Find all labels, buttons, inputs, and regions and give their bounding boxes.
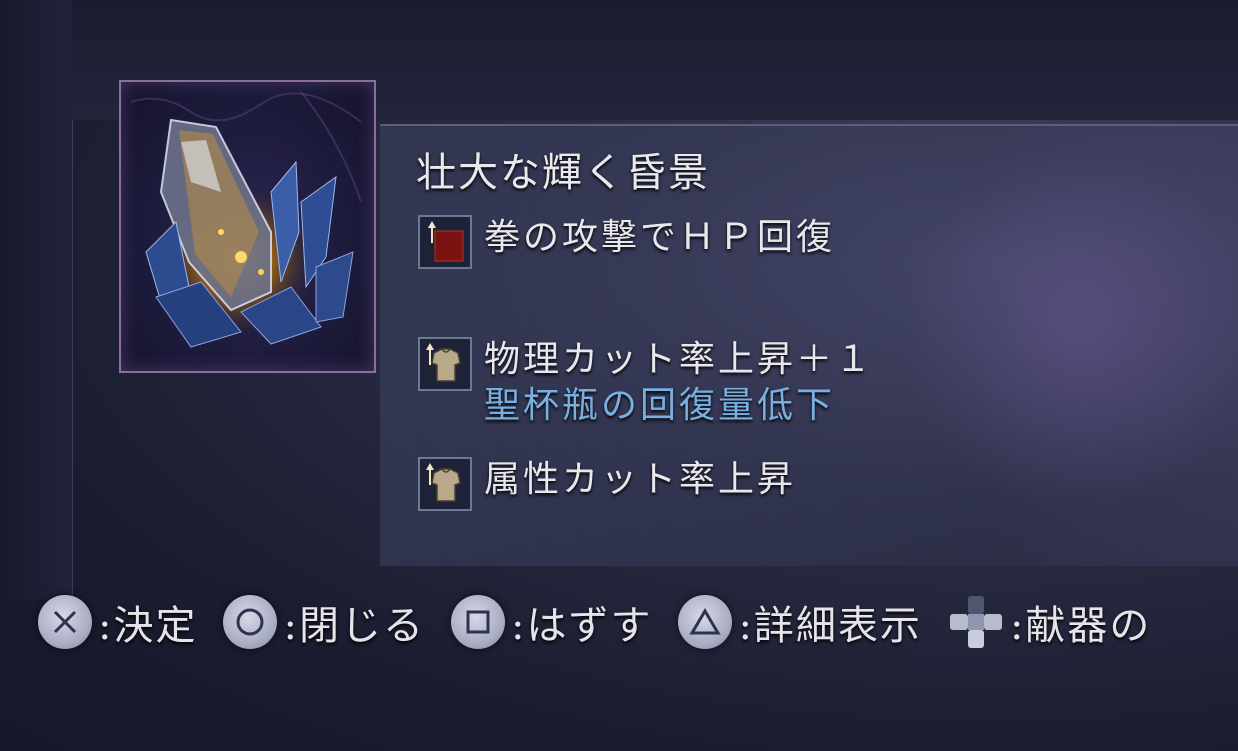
left-rail — [0, 0, 73, 600]
armor-up-arrow-icon — [418, 337, 472, 391]
crystal-relic-icon — [130, 91, 362, 348]
details-label: :詳細表示 — [738, 603, 922, 649]
cross-button-icon — [38, 595, 92, 649]
background-haze — [900, 150, 1238, 510]
circle-button-icon — [223, 595, 278, 649]
vessel-prompt[interactable]: :献器の — [948, 593, 1151, 651]
effect-text-2: 物理カット率上昇＋１ — [484, 339, 875, 380]
details-prompt[interactable]: :詳細表示 — [678, 593, 921, 651]
vessel-label: :献器の — [1009, 603, 1152, 649]
effect-text-3: 属性カット率上昇 — [484, 459, 797, 500]
square-button-icon — [450, 595, 505, 649]
effect-text-1: 拳の攻撃でＨＰ回復 — [484, 217, 836, 258]
confirm-prompt[interactable]: :決定 — [38, 593, 197, 651]
effect-row-2[interactable]: 物理カット率上昇＋１ 聖杯瓶の回復量低下 — [418, 337, 874, 429]
remove-prompt[interactable]: :はずす — [450, 593, 653, 651]
dpad-icon — [948, 594, 1004, 650]
effect-row-1[interactable]: 拳の攻撃でＨＰ回復 — [418, 215, 835, 269]
button-prompt-bar: :決定 :閉じる :はずす :詳細表示 :献器の — [38, 592, 1177, 652]
armor-up-arrow-icon — [418, 457, 472, 511]
close-prompt[interactable]: :閉じる — [223, 593, 424, 651]
remove-label: :はずす — [510, 603, 653, 649]
confirm-label: :決定 — [98, 603, 198, 649]
red-square-up-arrow-icon — [418, 215, 472, 269]
close-label: :閉じる — [283, 603, 425, 649]
triangle-button-icon — [678, 595, 733, 649]
relic-title: 壮大な輝く昏景 — [416, 150, 710, 196]
relic-image-frame[interactable] — [119, 80, 376, 373]
effect-row-3[interactable]: 属性カット率上昇 — [418, 457, 796, 511]
effect-subtext-2: 聖杯瓶の回復量低下 — [484, 385, 836, 426]
